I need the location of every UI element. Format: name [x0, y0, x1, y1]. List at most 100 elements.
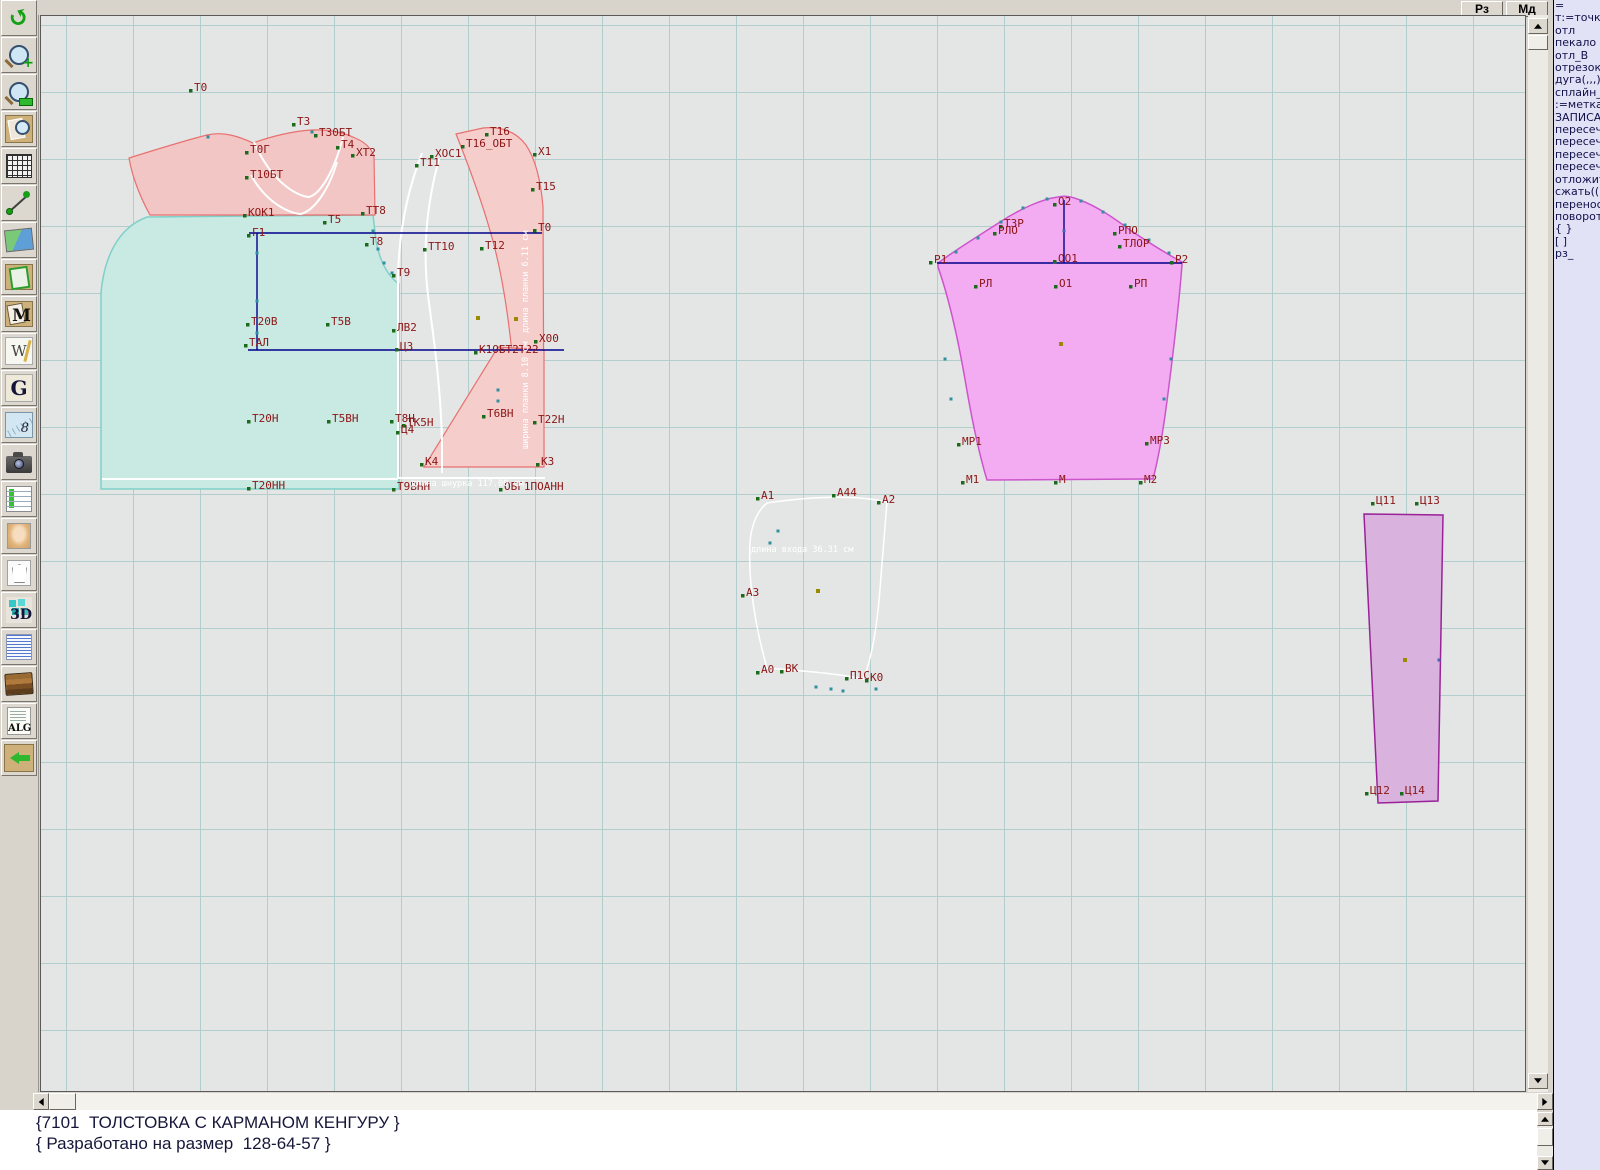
tool-algorithms[interactable]: ALG: [1, 703, 37, 739]
point-marker[interactable]: [365, 243, 369, 247]
tool-garment-sketch[interactable]: [1, 555, 37, 591]
point-marker[interactable]: [351, 154, 355, 158]
curve-point[interactable]: [1046, 198, 1049, 201]
point-marker[interactable]: [957, 443, 961, 447]
center-point[interactable]: [816, 589, 820, 593]
point-marker[interactable]: [865, 679, 869, 683]
curve-point[interactable]: [256, 332, 259, 335]
command-item[interactable]: { }: [1554, 223, 1600, 235]
point-marker[interactable]: [877, 501, 881, 505]
point-marker[interactable]: [1054, 481, 1058, 485]
point-marker[interactable]: [292, 123, 296, 127]
point-marker[interactable]: [1053, 203, 1057, 207]
canvas-vertical-scrollbar[interactable]: [1528, 15, 1548, 1092]
tool-camera[interactable]: [1, 444, 37, 480]
point-marker[interactable]: [247, 234, 251, 238]
point-marker[interactable]: [756, 497, 760, 501]
point-marker[interactable]: [327, 420, 331, 424]
command-item[interactable]: пекало: [1554, 37, 1600, 49]
point-marker[interactable]: [423, 248, 427, 252]
point-marker[interactable]: [420, 463, 424, 467]
curve-point[interactable]: [372, 230, 375, 233]
status-scroll-up-button[interactable]: [1537, 1112, 1553, 1126]
point-marker[interactable]: [395, 348, 399, 352]
curve-point[interactable]: [977, 237, 980, 240]
ref-point[interactable]: [1063, 230, 1066, 233]
point-marker[interactable]: [780, 670, 784, 674]
tool-measure[interactable]: [1, 185, 37, 221]
point-marker[interactable]: [246, 323, 250, 327]
curve-point[interactable]: [777, 530, 780, 533]
point-marker[interactable]: [974, 285, 978, 289]
canvas-horizontal-scrollbar[interactable]: [33, 1093, 1553, 1110]
point-marker[interactable]: [189, 89, 193, 93]
command-item[interactable]: :=метка(: [1554, 99, 1600, 111]
tool-image-view[interactable]: [1, 222, 37, 258]
point-marker[interactable]: [245, 176, 249, 180]
point-marker[interactable]: [533, 153, 537, 157]
point-marker[interactable]: [1365, 792, 1369, 796]
curve-point[interactable]: [815, 686, 818, 689]
command-item[interactable]: т:=точка: [1554, 12, 1600, 24]
point-marker[interactable]: [1054, 285, 1058, 289]
point-marker[interactable]: [533, 229, 537, 233]
point-marker[interactable]: [323, 221, 327, 225]
point-marker[interactable]: [993, 232, 997, 236]
tool-pattern-piece[interactable]: [1, 259, 37, 295]
scroll-down-button[interactable]: [1528, 1073, 1548, 1089]
point-marker[interactable]: [415, 164, 419, 168]
point-marker[interactable]: [314, 134, 318, 138]
curve-point[interactable]: [1170, 358, 1173, 361]
tool-grid[interactable]: [1, 148, 37, 184]
status-text-area[interactable]: {7101 ТОЛСТОВКА С КАРМАНОМ КЕНГУРУ } { Р…: [0, 1110, 1537, 1170]
scroll-right-button[interactable]: [1537, 1093, 1553, 1110]
pattern-canvas[interactable]: Т0Т3Т30БТТ4ХТ2Т0ГТ10БТКОК1Т5ТТ8Г1Т8Т9ТТ1…: [40, 15, 1526, 1092]
curve-point[interactable]: [1163, 398, 1166, 401]
ref-point[interactable]: [1438, 659, 1441, 662]
tool-zoom-in[interactable]: +: [1, 37, 37, 73]
center-point[interactable]: [476, 316, 480, 320]
command-item[interactable]: сжать((): [1554, 186, 1600, 198]
tool-exit[interactable]: [1, 740, 37, 776]
scroll-up-button[interactable]: [1528, 18, 1548, 34]
curve-point[interactable]: [497, 400, 500, 403]
point-marker[interactable]: [243, 214, 247, 218]
center-point[interactable]: [1403, 658, 1407, 662]
tool-3d-view[interactable]: 3D: [1, 592, 37, 628]
point-marker[interactable]: [1400, 792, 1404, 796]
curve-point[interactable]: [955, 251, 958, 254]
curve-point[interactable]: [1102, 211, 1105, 214]
curve-point[interactable]: [950, 398, 953, 401]
point-marker[interactable]: [756, 671, 760, 675]
curve-point[interactable]: [875, 688, 878, 691]
point-marker[interactable]: [1053, 260, 1057, 264]
tool-size-table[interactable]: [1, 481, 37, 517]
status-scrollbar[interactable]: [1537, 1112, 1553, 1170]
point-marker[interactable]: [536, 463, 540, 467]
point-marker[interactable]: [396, 431, 400, 435]
point-marker[interactable]: [247, 420, 251, 424]
point-marker[interactable]: [1129, 285, 1133, 289]
point-marker[interactable]: [1139, 481, 1143, 485]
curve-point[interactable]: [1080, 200, 1083, 203]
tool-spec-list[interactable]: [1, 629, 37, 665]
point-marker[interactable]: [244, 344, 248, 348]
point-marker[interactable]: [845, 677, 849, 681]
point-marker[interactable]: [392, 274, 396, 278]
point-marker[interactable]: [1113, 232, 1117, 236]
point-marker[interactable]: [474, 351, 478, 355]
command-item[interactable]: пересеч: [1554, 136, 1600, 148]
point-marker[interactable]: [480, 247, 484, 251]
point-marker[interactable]: [1145, 442, 1149, 446]
curve-point[interactable]: [842, 690, 845, 693]
tool-grading[interactable]: G: [1, 370, 37, 406]
tool-reference-books[interactable]: [1, 666, 37, 702]
point-marker[interactable]: [245, 151, 249, 155]
pattern-piece-body-front[interactable]: [101, 215, 399, 489]
horizontal-scroll-thumb[interactable]: [49, 1093, 76, 1110]
point-marker[interactable]: [533, 421, 537, 425]
curve-point[interactable]: [497, 389, 500, 392]
point-marker[interactable]: [961, 481, 965, 485]
point-marker[interactable]: [336, 146, 340, 150]
vertical-scroll-thumb[interactable]: [1528, 35, 1548, 50]
